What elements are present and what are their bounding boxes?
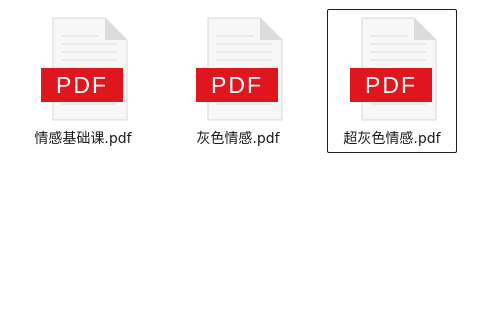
pdf-file-icon: PDF [41,17,128,121]
pdf-file-icon: PDF [350,17,437,121]
file-name-label: 情感基础课.pdf [34,131,132,147]
file-name-label: 超灰色情感.pdf [343,131,441,147]
file-item[interactable]: PDF 情感基础课.pdf [18,9,148,153]
file-item-selected[interactable]: PDF 超灰色情感.pdf [327,9,457,153]
pdf-badge-label: PDF [56,72,108,98]
file-item[interactable]: PDF 灰色情感.pdf [173,9,303,153]
pdf-file-icon: PDF [196,17,283,121]
file-grid: PDF 情感基础课.pdf PDF 灰色情感.pdf PDF 超灰色情感.pdf [0,0,489,326]
pdf-badge-label: PDF [365,72,417,98]
file-name-label: 灰色情感.pdf [196,131,280,147]
pdf-badge-label: PDF [211,72,263,98]
